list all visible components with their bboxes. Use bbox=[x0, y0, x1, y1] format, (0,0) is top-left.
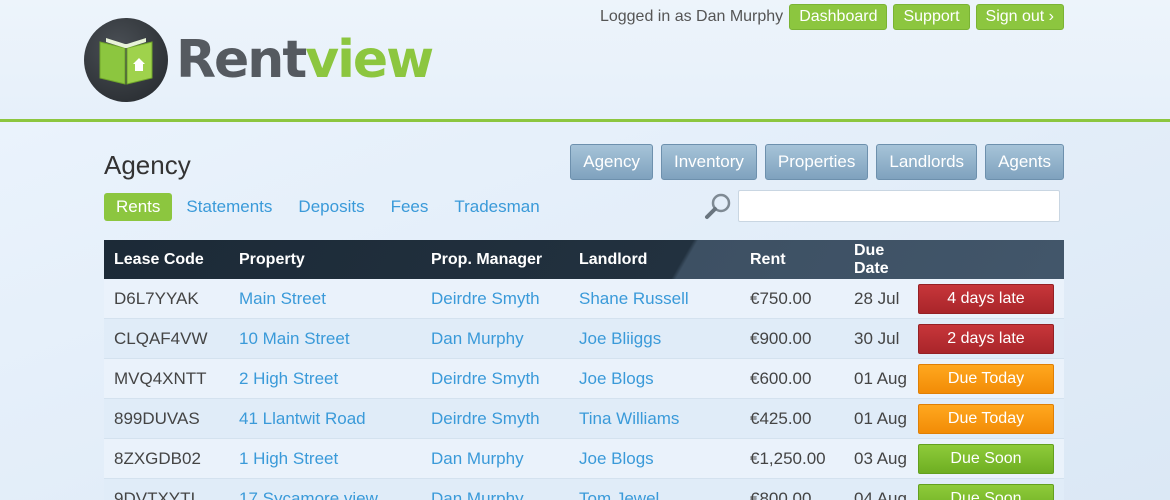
header-due-date[interactable]: Due Date bbox=[844, 242, 908, 278]
sub-nav: Rents Statements Deposits Fees Tradesman bbox=[104, 193, 554, 221]
lease-code: 9DVTXYTI bbox=[114, 488, 196, 500]
rent-amount: €425.00 bbox=[750, 408, 812, 428]
rent-amount: €800.00 bbox=[750, 488, 812, 500]
dashboard-button[interactable]: Dashboard bbox=[789, 4, 888, 30]
main-nav: Agency Inventory Properties Landlords Ag… bbox=[570, 144, 1064, 180]
due-date: 28 Jul bbox=[854, 288, 900, 308]
status-cell: 2 days late bbox=[908, 323, 1064, 354]
manager-link[interactable]: Deirdre Smyth bbox=[421, 409, 569, 429]
status-cell: Due Soon bbox=[908, 443, 1064, 474]
header-lease-code[interactable]: Lease Code bbox=[104, 251, 229, 269]
table-row: MVQ4XNTT 2 High Street Deirdre Smyth Joe… bbox=[104, 359, 1064, 399]
tab-deposits[interactable]: Deposits bbox=[286, 193, 376, 221]
manager-link[interactable]: Dan Murphy bbox=[421, 449, 569, 469]
table-row: D6L7YYAK Main Street Deirdre Smyth Shane… bbox=[104, 279, 1064, 319]
rents-table: Lease Code Property Prop. Manager Landlo… bbox=[104, 240, 1064, 500]
rent-amount: €1,250.00 bbox=[750, 448, 826, 468]
status-cell: 4 days late bbox=[908, 283, 1064, 314]
header-landlord[interactable]: Landlord bbox=[569, 251, 740, 269]
manager-link[interactable]: Dan Murphy bbox=[421, 489, 569, 500]
status-cell: Due Today bbox=[908, 403, 1064, 434]
due-date: 04 Aug bbox=[854, 488, 907, 500]
brand-name: Rentview bbox=[176, 30, 434, 90]
brand-part-2: view bbox=[305, 30, 434, 90]
landlord-link[interactable]: Tina Williams bbox=[569, 409, 740, 429]
tab-statements[interactable]: Statements bbox=[174, 193, 284, 221]
status-badge[interactable]: Due Today bbox=[918, 363, 1054, 394]
property-link[interactable]: Main Street bbox=[229, 289, 421, 309]
table-row: 9DVTXYTI 17 Sycamore view Dan Murphy Tom… bbox=[104, 479, 1064, 500]
nav-inventory[interactable]: Inventory bbox=[660, 144, 757, 180]
landlord-link[interactable]: Shane Russell bbox=[569, 289, 740, 309]
lease-code: D6L7YYAK bbox=[114, 288, 199, 308]
table-header: Lease Code Property Prop. Manager Landlo… bbox=[104, 240, 1064, 279]
status-badge[interactable]: Due Soon bbox=[918, 483, 1054, 500]
nav-agents[interactable]: Agents bbox=[985, 144, 1064, 180]
lease-code: 8ZXGDB02 bbox=[114, 448, 201, 468]
nav-landlords[interactable]: Landlords bbox=[876, 144, 978, 180]
landlord-link[interactable]: Joe Blogs bbox=[569, 449, 740, 469]
status-badge[interactable]: Due Today bbox=[918, 403, 1054, 434]
landlord-link[interactable]: Joe Blogs bbox=[569, 369, 740, 389]
table-row: CLQAF4VW 10 Main Street Dan Murphy Joe B… bbox=[104, 319, 1064, 359]
nav-properties[interactable]: Properties bbox=[764, 144, 869, 180]
manager-link[interactable]: Deirdre Smyth bbox=[421, 289, 569, 309]
tab-fees[interactable]: Fees bbox=[379, 193, 441, 221]
property-link[interactable]: 41 Llantwit Road bbox=[229, 409, 421, 429]
due-date: 01 Aug bbox=[854, 408, 907, 428]
header-rent[interactable]: Rent bbox=[740, 251, 844, 269]
tab-rents[interactable]: Rents bbox=[104, 193, 173, 221]
lease-code: MVQ4XNTT bbox=[114, 368, 207, 388]
landlord-link[interactable]: Tom Jewel bbox=[569, 489, 740, 500]
header-property[interactable]: Property bbox=[229, 251, 421, 269]
search-bar bbox=[704, 190, 1060, 222]
tab-tradesman[interactable]: Tradesman bbox=[442, 193, 551, 221]
property-link[interactable]: 1 High Street bbox=[229, 449, 421, 469]
due-date: 01 Aug bbox=[854, 368, 907, 388]
property-link[interactable]: 2 High Street bbox=[229, 369, 421, 389]
manager-link[interactable]: Deirdre Smyth bbox=[421, 369, 569, 389]
magnifier-icon[interactable] bbox=[704, 192, 732, 220]
status-badge[interactable]: 4 days late bbox=[918, 283, 1054, 314]
header-prop-manager[interactable]: Prop. Manager bbox=[421, 251, 569, 269]
lease-code: CLQAF4VW bbox=[114, 328, 208, 348]
status-badge[interactable]: 2 days late bbox=[918, 323, 1054, 354]
due-date: 03 Aug bbox=[854, 448, 907, 468]
page-title: Agency bbox=[104, 150, 191, 180]
table-row: 899DUVAS 41 Llantwit Road Deirdre Smyth … bbox=[104, 399, 1064, 439]
status-cell: Due Soon bbox=[908, 483, 1064, 500]
property-link[interactable]: 10 Main Street bbox=[229, 329, 421, 349]
brand-part-1: Rent bbox=[176, 30, 307, 90]
logged-in-text: Logged in as Dan Murphy bbox=[599, 8, 784, 25]
property-link[interactable]: 17 Sycamore view bbox=[229, 489, 421, 500]
manager-link[interactable]: Dan Murphy bbox=[421, 329, 569, 349]
status-badge[interactable]: Due Soon bbox=[918, 443, 1054, 474]
logo[interactable]: Rentview bbox=[84, 18, 434, 102]
user-bar: Logged in as Dan Murphy Dashboard Suppor… bbox=[600, 4, 1064, 30]
rent-amount: €900.00 bbox=[750, 328, 812, 348]
lease-code: 899DUVAS bbox=[114, 408, 200, 428]
nav-agency[interactable]: Agency bbox=[570, 144, 653, 180]
status-cell: Due Today bbox=[908, 363, 1064, 394]
sign-out-button[interactable]: Sign out › bbox=[975, 4, 1064, 30]
due-date: 30 Jul bbox=[854, 328, 900, 348]
support-button[interactable]: Support bbox=[893, 4, 970, 30]
rent-amount: €750.00 bbox=[750, 288, 812, 308]
logo-icon bbox=[84, 18, 168, 102]
landlord-link[interactable]: Joe Bliiggs bbox=[569, 329, 740, 349]
search-input[interactable] bbox=[738, 190, 1060, 222]
table-row: 8ZXGDB02 1 High Street Dan Murphy Joe Bl… bbox=[104, 439, 1064, 479]
rent-amount: €600.00 bbox=[750, 368, 812, 388]
